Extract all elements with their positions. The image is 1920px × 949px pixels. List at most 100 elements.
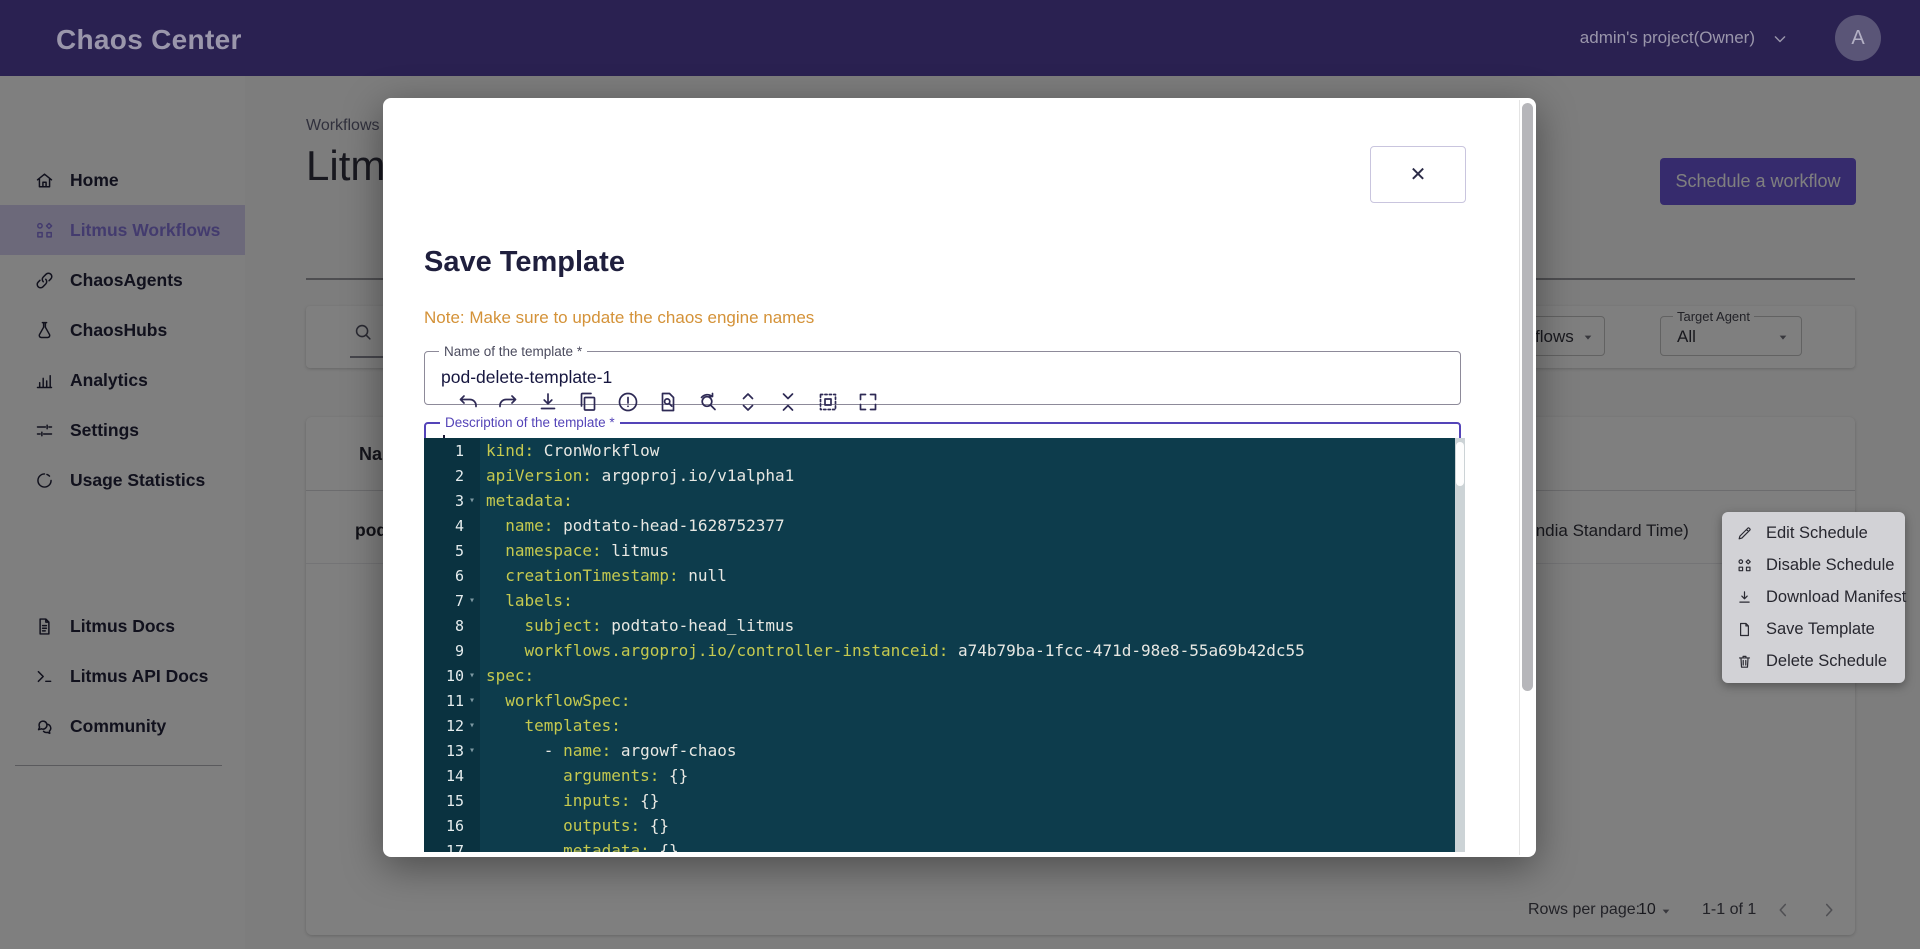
code-text: templates:: [480, 716, 621, 735]
find-replace-button[interactable]: [696, 390, 720, 414]
menu-item-download-manifest[interactable]: Download Manifest: [1722, 581, 1905, 613]
code-line-7: 7▾ labels:: [424, 588, 1465, 613]
editor-scrollbar[interactable]: [1455, 438, 1465, 852]
pencil-icon: [1736, 525, 1753, 542]
template-description-label: Description of the template *: [440, 415, 620, 430]
find-replace-icon: [696, 390, 720, 414]
close-button[interactable]: ✕: [1370, 146, 1466, 203]
find-file-icon: [656, 390, 680, 414]
fold-caret-icon[interactable]: ▾: [464, 595, 480, 606]
fold-icon: [776, 390, 800, 414]
line-number: 1: [424, 442, 464, 460]
code-line-6: 6 creationTimestamp: null: [424, 563, 1465, 588]
code-line-1: 1 kind: CronWorkflow: [424, 438, 1465, 463]
line-number: 7: [424, 592, 464, 610]
menu-item-label: Disable Schedule: [1766, 556, 1894, 575]
modal-note: Note: Make sure to update the chaos engi…: [424, 308, 814, 328]
unfold-button[interactable]: [736, 390, 760, 414]
menu-item-save-template[interactable]: Save Template: [1722, 613, 1905, 645]
editor-scrollbar-thumb[interactable]: [1456, 442, 1464, 486]
code-line-3: 3▾metadata:: [424, 488, 1465, 513]
line-number: 10: [424, 667, 464, 685]
menu-download-icon: [1736, 589, 1753, 606]
find-file-button[interactable]: [656, 390, 680, 414]
code-line-2: 2apiVersion: argoproj.io/v1alpha1: [424, 463, 1465, 488]
line-number: 14: [424, 767, 464, 785]
line-number: 3: [424, 492, 464, 510]
line-number: 16: [424, 817, 464, 835]
fold-caret-icon[interactable]: ▾: [464, 670, 480, 681]
code-line-5: 5 namespace: litmus: [424, 538, 1465, 563]
code-text: namespace: litmus: [480, 541, 669, 560]
line-number: 15: [424, 792, 464, 810]
code-text: name: podtato-head-1628752377: [480, 516, 785, 535]
project-selector-label[interactable]: admin's project(Owner): [1580, 28, 1755, 48]
code-line-4: 4 name: podtato-head-1628752377: [424, 513, 1465, 538]
fullscreen-icon: [856, 390, 880, 414]
template-name-label: Name of the template *: [439, 344, 587, 359]
modal-scrollbar[interactable]: [1519, 100, 1534, 855]
code-line-12: 12▾ templates:: [424, 713, 1465, 738]
copy-button[interactable]: [576, 390, 600, 414]
error-icon: [616, 390, 640, 414]
code-text: metadata:: [480, 491, 573, 510]
select-all-icon: [816, 390, 840, 414]
code-text: subject: podtato-head_litmus: [480, 616, 794, 635]
menu-item-label: Download Manifest: [1766, 588, 1906, 607]
close-icon: ✕: [1410, 162, 1427, 187]
redo-button[interactable]: [496, 390, 520, 414]
code-line-11: 11▾ workflowSpec:: [424, 688, 1465, 713]
avatar[interactable]: A: [1835, 15, 1881, 61]
row-context-menu: Edit Schedule Disable Schedule Download Ma…: [1722, 512, 1905, 683]
modal-title: Save Template: [424, 246, 625, 279]
fold-button[interactable]: [776, 390, 800, 414]
undo-icon: [456, 390, 480, 414]
code-text: - name: argowf-chaos: [480, 741, 736, 760]
fold-caret-icon[interactable]: ▾: [464, 720, 480, 731]
line-number: 13: [424, 742, 464, 760]
line-number: 6: [424, 567, 464, 585]
code-line-9: 9 workflows.argoproj.io/controller-insta…: [424, 638, 1465, 663]
save-template-modal: Save Template ✕ Note: Make sure to updat…: [383, 98, 1536, 857]
error-button[interactable]: [616, 390, 640, 414]
line-number: 8: [424, 617, 464, 635]
code-line-16: 16 outputs: {}: [424, 813, 1465, 838]
code-text: arguments: {}: [480, 766, 688, 785]
select-all-button[interactable]: [816, 390, 840, 414]
menu-item-edit-schedule[interactable]: Edit Schedule: [1722, 517, 1905, 549]
fold-caret-icon[interactable]: ▾: [464, 745, 480, 756]
file-icon: [1736, 621, 1753, 638]
trash-icon: [1736, 653, 1753, 670]
code-line-14: 14 arguments: {}: [424, 763, 1465, 788]
undo-button[interactable]: [456, 390, 480, 414]
fold-caret-icon[interactable]: ▾: [464, 695, 480, 706]
fold-caret-icon[interactable]: ▾: [464, 495, 480, 506]
grid-icon: [1736, 557, 1753, 574]
app-header: Chaos Center admin's project(Owner) A: [0, 0, 1920, 76]
modal-scrollbar-thumb[interactable]: [1522, 103, 1533, 691]
menu-item-delete-schedule[interactable]: Delete Schedule: [1722, 645, 1905, 677]
yaml-editor[interactable]: 1 kind: CronWorkflow 2apiVersion: argoproj…: [424, 438, 1465, 852]
menu-item-label: Edit Schedule: [1766, 524, 1868, 543]
code-line-10: 10▾spec:: [424, 663, 1465, 688]
copy-icon: [576, 390, 600, 414]
code-text: labels:: [480, 591, 573, 610]
code-text: spec:: [480, 666, 534, 685]
code-text: kind: CronWorkflow: [480, 441, 659, 460]
menu-item-disable-schedule[interactable]: Disable Schedule: [1722, 549, 1905, 581]
code-text: workflows.argoproj.io/controller-instanc…: [480, 641, 1305, 660]
line-number: 12: [424, 717, 464, 735]
line-number: 2: [424, 467, 464, 485]
code-line-17: 17 metadata: {}: [424, 838, 1465, 852]
editor-lines: 1 kind: CronWorkflow 2apiVersion: argoproj…: [424, 438, 1465, 852]
code-line-15: 15 inputs: {}: [424, 788, 1465, 813]
line-number: 11: [424, 692, 464, 710]
fullscreen-button[interactable]: [856, 390, 880, 414]
menu-item-label: Delete Schedule: [1766, 652, 1887, 671]
line-number: 5: [424, 542, 464, 560]
editor-toolbar: [456, 390, 880, 414]
download-button[interactable]: [536, 390, 560, 414]
app-title: Chaos Center: [56, 24, 242, 56]
chevron-down-icon[interactable]: [1770, 29, 1790, 49]
code-text: workflowSpec:: [480, 691, 631, 710]
